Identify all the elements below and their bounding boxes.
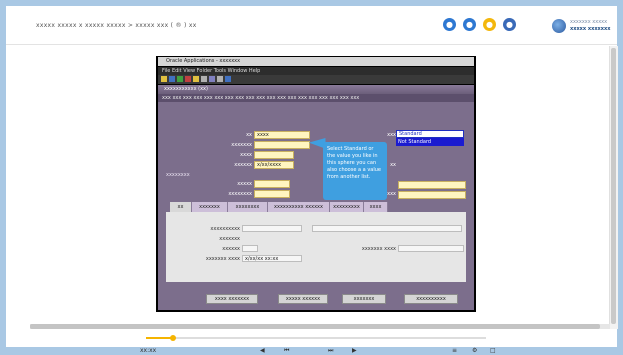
panel-label-5: xxxxxxx xxxx xyxy=(361,246,396,252)
action-button-4[interactable]: xxxxxxxxxx xyxy=(404,294,458,304)
vertical-scroll-thumb[interactable] xyxy=(611,48,616,324)
lesson-frame: xxxxx xxxxx x xxxxx xxxxx > xxxxx xxx ( … xyxy=(6,6,618,354)
field-amount[interactable] xyxy=(254,180,290,188)
toolbar-copy-icon[interactable] xyxy=(209,76,215,82)
panel-label-4: xxxxxxx xxxx xyxy=(205,256,240,262)
panel-field-1b[interactable] xyxy=(312,225,462,232)
breadcrumb: xxxxx xxxxx x xxxxx xxxxx > xxxxx xxx ( … xyxy=(36,22,197,29)
playback-timeline[interactable] xyxy=(146,335,486,341)
app-window-title: Oracle Applications - xxxxxxx xyxy=(158,57,474,66)
forward-icon[interactable]: ⏭ xyxy=(328,347,333,355)
nav-circle-icon-4[interactable]: ● xyxy=(503,18,516,31)
form-subbar: xxx xxx xxx xxx xxx xxx xxx xxx xxx xxx … xyxy=(158,94,474,102)
brand-logo: xxxxxxx xxxxx xxxxx xxxxxxx xyxy=(552,17,614,39)
panel-label-1: xxxxxxxxxx xyxy=(210,226,240,232)
tab-2[interactable]: xxxxxxx xyxy=(192,202,228,212)
nav-circle-icon-1[interactable]: ● xyxy=(443,18,456,31)
timeline-progress xyxy=(146,337,174,339)
tab-strip: xx xxxxxxx xxxxxxxx xxxxxxxxxx xxxxxx xx… xyxy=(158,202,474,220)
top-bar: xxxxx xxxxx x xxxxx xxxxx > xxxxx xxx ( … xyxy=(6,6,617,44)
label-id: xx xyxy=(246,132,252,138)
rewind-icon[interactable]: ⏮ xyxy=(284,347,289,355)
horizontal-scroll-thumb[interactable] xyxy=(30,324,600,329)
toolbar-delete-icon[interactable] xyxy=(185,76,191,82)
label-status: xxxxxx xyxy=(234,162,252,168)
label-parent: xxxxxxx xyxy=(231,142,252,148)
panel-field-4[interactable]: x/xx/xx xx:xx xyxy=(242,255,302,262)
tab-panel: xxxxxxxxxx xxxxxxx xxxxxx xxxxxxx xxxx x… xyxy=(166,212,466,282)
vertical-scrollbar[interactable] xyxy=(609,46,618,329)
field-parent[interactable] xyxy=(254,141,310,149)
panel-label-3: xxxxxx xyxy=(222,246,240,252)
brand-line-1: xxxxxxx xxxxx xyxy=(570,19,608,25)
tab-5[interactable]: xxxxxxxxx xyxy=(330,202,364,212)
field-status[interactable]: x/xx/xxxx xyxy=(254,161,294,169)
section-label: xxxxxxxx xyxy=(166,172,190,178)
tab-6[interactable]: xxxx xyxy=(364,202,388,212)
toolbar-save-icon[interactable] xyxy=(169,76,175,82)
toolbar-find-icon[interactable] xyxy=(193,76,199,82)
tab-3[interactable]: xxxxxxxx xyxy=(228,202,268,212)
app-toolbar xyxy=(158,75,474,84)
header-divider xyxy=(6,44,617,45)
tab-4[interactable]: xxxxxxxxxx xxxxxx xxxxxx xyxy=(268,202,330,220)
action-button-row: xxxx xxxxxxx xxxxx xxxxxx xxxxxxx xxxxxx… xyxy=(158,292,474,306)
nav-circle-icon-2[interactable]: ● xyxy=(463,18,476,31)
toolbar-help-icon[interactable] xyxy=(225,76,231,82)
label-line: xxxx xyxy=(240,152,252,158)
field-currency[interactable] xyxy=(254,190,290,198)
type-dropdown-option[interactable]: Not Standard xyxy=(396,138,464,146)
panel-label-2: xxxxxxx xyxy=(219,236,240,242)
panel-field-1[interactable] xyxy=(242,225,302,232)
toolbar-cut-icon[interactable] xyxy=(201,76,207,82)
action-button-2[interactable]: xxxxx xxxxxx xyxy=(278,294,328,304)
toolbar-open-icon[interactable] xyxy=(161,76,167,82)
panel-field-5[interactable] xyxy=(398,245,464,252)
field-right-1[interactable] xyxy=(398,181,466,189)
horizontal-scrollbar[interactable] xyxy=(30,324,610,329)
timeline-scrubber[interactable] xyxy=(170,335,177,341)
type-dropdown[interactable]: Standard xyxy=(396,130,464,138)
oracle-app-window: Oracle Applications - xxxxxxx File Edit … xyxy=(156,56,476,312)
label-type: xxx xyxy=(387,132,396,138)
form-title: xxxxxxxxxxx (xx) xyxy=(158,85,474,94)
brand-line-2: xxxxx xxxxxxx xyxy=(570,26,611,32)
field-line[interactable] xyxy=(254,151,294,159)
tooltip-callout: Select Standard or the value you like in… xyxy=(323,142,387,200)
globe-icon xyxy=(552,19,566,33)
action-button-3[interactable]: xxxxxxx xyxy=(342,294,386,304)
label-currency: xxxxxxxx xyxy=(228,191,252,197)
panel-field-3[interactable] xyxy=(242,245,258,252)
tab-1[interactable]: xx xyxy=(170,202,192,212)
app-menubar[interactable]: File Edit View Folder Tools Window Help xyxy=(158,67,474,75)
action-button-1[interactable]: xxxx xxxxxxx xyxy=(206,294,258,304)
toolbar-nav-icon[interactable] xyxy=(177,76,183,82)
nav-circle-icon-3[interactable]: ● xyxy=(483,18,496,31)
label-amount: xxxxx xyxy=(237,181,252,187)
field-id[interactable]: xxxx xyxy=(254,131,310,139)
field-right-2[interactable] xyxy=(398,191,466,199)
toolbar-paste-icon[interactable] xyxy=(217,76,223,82)
